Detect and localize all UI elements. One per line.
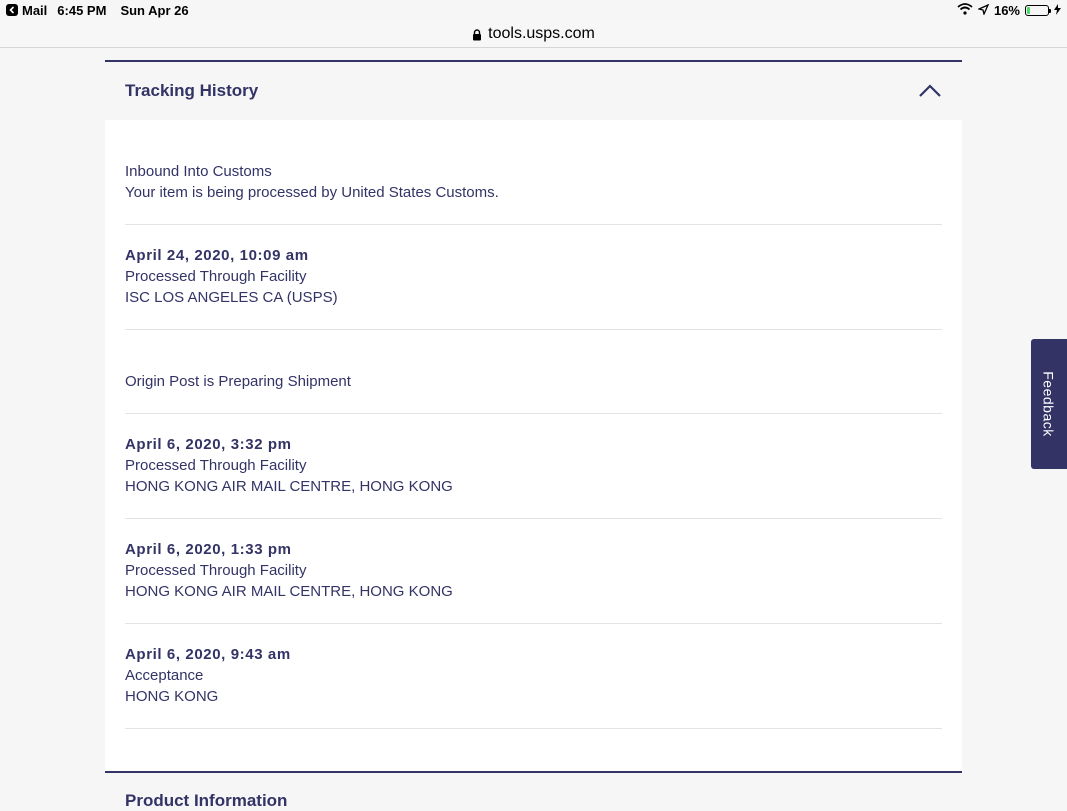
status-date: Sun Apr 26 [120,2,189,18]
event-detail: HONG KONG AIR MAIL CENTRE, HONG KONG [125,478,453,495]
event-detail: Your item is being processed by United S… [125,184,499,201]
status-time: 6:45 PM [57,2,107,18]
battery-icon [1025,4,1051,16]
lock-icon [472,28,482,40]
status-right: 16% [957,3,1061,18]
wifi-icon [957,2,973,18]
event-detail: ISC LOS ANGELES CA (USPS) [125,289,338,306]
event-detail: HONG KONG AIR MAIL CENTRE, HONG KONG [125,583,453,600]
status-left: Mail 6:45 PM Sun Apr 26 [6,3,189,18]
back-arrow-icon [6,4,18,16]
product-information-title[interactable]: Product Information [125,791,287,811]
event-date: April 24, 2020, 10:09 am [125,247,309,264]
tracking-event: April 24, 2020, 10:09 am Processed Throu… [125,225,942,330]
tracking-event: Origin Post is Preparing Shipment [125,330,942,414]
url-text: tools.usps.com [488,24,595,42]
back-app-label: Mail [22,2,48,18]
event-status: Processed Through Facility [125,562,307,579]
event-status: Processed Through Facility [125,268,307,285]
event-status: Processed Through Facility [125,457,307,474]
panel-bottom-divider [105,771,962,773]
tracking-event: April 6, 2020, 3:32 pm Processed Through… [125,414,942,519]
event-date: April 6, 2020, 3:32 pm [125,436,292,453]
tracking-events-list: Inbound Into Customs Your item is being … [105,120,962,773]
charging-bolt-icon [1054,3,1061,18]
battery-fill [1027,6,1031,14]
event-status: Inbound Into Customs [125,163,272,180]
tracking-history-panel: Tracking History Inbound Into Customs Yo… [105,60,962,810]
tracking-event: April 6, 2020, 9:43 am Acceptance HONG K… [125,624,942,729]
tracking-event: Inbound Into Customs Your item is being … [125,120,942,225]
status-bar: Mail 6:45 PM Sun Apr 26 16% [0,0,1067,20]
battery-percent: 16% [993,2,1020,18]
feedback-label: Feedback [1041,371,1058,437]
event-status: Acceptance [125,667,204,684]
location-arrow-icon [976,3,990,18]
event-status: Origin Post is Preparing Shipment [125,373,351,390]
event-date: April 6, 2020, 9:43 am [125,646,291,663]
chevron-up-icon[interactable] [918,83,942,99]
event-detail: HONG KONG [125,688,219,705]
back-to-app-button[interactable]: Mail [6,3,47,18]
feedback-button[interactable]: Feedback [1031,339,1067,469]
event-date: April 6, 2020, 1:33 pm [125,541,292,558]
tracking-event: April 6, 2020, 1:33 pm Processed Through… [125,519,942,624]
tracking-history-header[interactable]: Tracking History [105,62,962,120]
tracking-history-title: Tracking History [125,81,259,100]
url-bar[interactable]: tools.usps.com [0,20,1067,48]
